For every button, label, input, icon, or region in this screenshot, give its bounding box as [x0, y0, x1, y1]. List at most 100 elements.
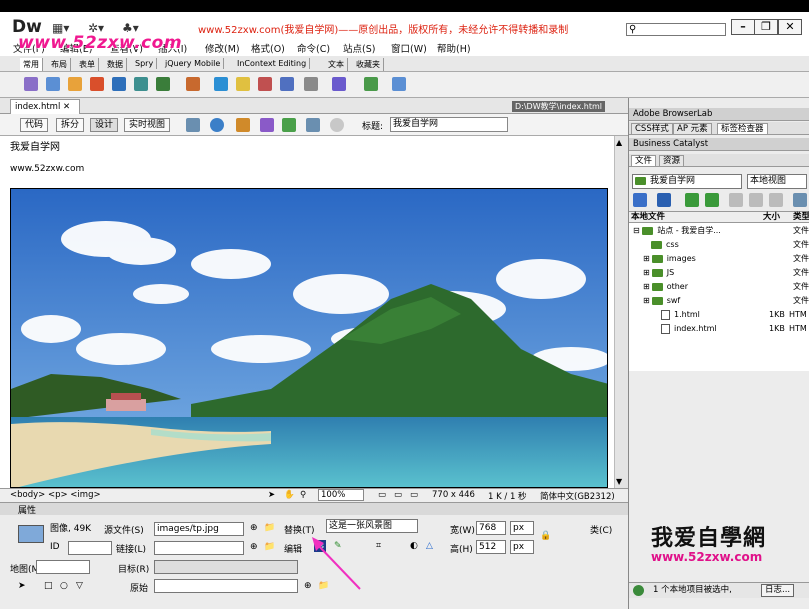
templates-icon[interactable]: [332, 77, 346, 91]
landscape-image[interactable]: [10, 188, 608, 488]
close-button[interactable]: ✕: [778, 19, 802, 35]
sharpen-icon[interactable]: △: [426, 541, 433, 551]
assets-tab[interactable]: 资源: [659, 155, 685, 167]
view-select[interactable]: 本地视图: [747, 174, 807, 189]
refresh-files-icon[interactable]: [657, 193, 671, 207]
code-view-button[interactable]: 代码: [20, 118, 49, 132]
col-type[interactable]: 类型: [791, 212, 809, 223]
close-tab-icon[interactable]: ✕: [63, 102, 70, 112]
polygon-hotspot-icon[interactable]: ▽: [76, 581, 83, 591]
menu-commands[interactable]: 命令(C): [297, 41, 330, 55]
connect-icon[interactable]: [633, 193, 647, 207]
tree-file-1html[interactable]: 1.html 1KB HTM: [629, 308, 809, 321]
live-view-button[interactable]: 实时视图: [124, 118, 171, 132]
menu-modify[interactable]: 修改(M): [205, 41, 240, 55]
expand-icon[interactable]: [793, 193, 807, 207]
preview-browser-icon[interactable]: [210, 118, 224, 132]
help-search-input[interactable]: ⚲: [626, 23, 726, 36]
browse-folder-icon[interactable]: 📁: [264, 523, 275, 533]
tree-folder-css[interactable]: css 文件: [629, 238, 809, 251]
window-size-icon-2[interactable]: ▭: [394, 490, 402, 500]
window-size-icon[interactable]: ▭: [378, 490, 386, 500]
design-view-button[interactable]: 设计: [90, 118, 119, 132]
split-view-button[interactable]: 拆分: [56, 118, 85, 132]
design-canvas[interactable]: 我爱自学网 www.52zxw.com: [0, 136, 614, 488]
pointer-hotspot-icon[interactable]: ➤: [18, 581, 26, 591]
log-button[interactable]: 日志...: [761, 584, 795, 597]
canvas-vertical-scrollbar[interactable]: ▲ ▼: [614, 136, 628, 488]
select-tool-icon[interactable]: ➤: [268, 490, 275, 500]
checkout-icon[interactable]: [729, 193, 743, 207]
date-icon[interactable]: [214, 77, 228, 91]
put-files-icon[interactable]: [705, 193, 719, 207]
link-input[interactable]: [154, 541, 244, 555]
hand-tool-icon[interactable]: ✋: [284, 490, 295, 500]
refresh-icon[interactable]: [330, 118, 344, 132]
table-icon[interactable]: [112, 77, 126, 91]
point-to-file-icon[interactable]: ⊕: [250, 523, 258, 533]
site-select[interactable]: 我爱自学网: [632, 174, 742, 189]
sync-icon[interactable]: [769, 193, 783, 207]
business-catalyst-header[interactable]: Business Catalyst: [629, 138, 809, 151]
circle-hotspot-icon[interactable]: ○: [60, 581, 68, 591]
insert-tab-text[interactable]: 文本: [325, 58, 348, 71]
tree-site-root[interactable]: ⊟ 站点 - 我爱自学... 文件: [629, 224, 809, 237]
link-folder-icon[interactable]: 📁: [264, 542, 275, 552]
tag-inspector-tab[interactable]: 标签检查器: [717, 123, 768, 135]
document-tab[interactable]: index.html ✕: [10, 99, 80, 114]
zoom-select[interactable]: 100%: [318, 489, 364, 501]
files-tab[interactable]: 文件: [631, 155, 657, 167]
window-size-text[interactable]: 770 x 446: [432, 490, 475, 500]
multiscreen-icon[interactable]: [186, 118, 200, 132]
insert-tab-spry[interactable]: Spry: [132, 58, 158, 69]
insert-tab-favorites[interactable]: 收藏夹: [353, 58, 384, 71]
tree-folder-other[interactable]: ⊞ other 文件: [629, 280, 809, 293]
crop-icon[interactable]: ⌗: [376, 541, 381, 551]
src-input[interactable]: images/tp.jpg: [154, 522, 244, 536]
script-icon[interactable]: [304, 77, 318, 91]
col-local-files[interactable]: 本地文件: [629, 212, 761, 223]
image-icon[interactable]: [156, 77, 170, 91]
height-unit-select[interactable]: px: [510, 540, 534, 554]
insert-tab-layout[interactable]: 布局: [48, 58, 71, 71]
properties-header[interactable]: 属性: [0, 502, 628, 516]
maximize-button[interactable]: ❐: [754, 19, 778, 35]
hyperlink-icon[interactable]: [24, 77, 38, 91]
tree-folder-js[interactable]: ⊞ JS 文件: [629, 266, 809, 279]
tag-selector[interactable]: <body> <p> <img>: [10, 490, 101, 500]
scroll-up-icon[interactable]: ▲: [616, 138, 622, 147]
minimize-button[interactable]: –: [731, 19, 755, 35]
visual-aids-icon[interactable]: [306, 118, 320, 132]
insert-tab-data[interactable]: 数据: [104, 58, 127, 71]
file-management-icon[interactable]: [236, 118, 250, 132]
tree-folder-images[interactable]: ⊞ images 文件: [629, 252, 809, 265]
menu-window[interactable]: 窗口(W): [391, 41, 427, 55]
checkin-icon[interactable]: [749, 193, 763, 207]
head-icon[interactable]: [280, 77, 294, 91]
constrain-lock-icon[interactable]: 🔒: [540, 531, 551, 541]
height-input[interactable]: 512: [476, 540, 506, 554]
browserlab-panel-header[interactable]: Adobe BrowserLab: [629, 108, 809, 121]
menu-help[interactable]: 帮助(H): [437, 41, 471, 55]
comment-icon[interactable]: [258, 77, 272, 91]
width-unit-select[interactable]: px: [510, 521, 534, 535]
server-include-icon[interactable]: [236, 77, 250, 91]
ap-elements-tab[interactable]: AP 元素: [673, 123, 712, 135]
id-input[interactable]: [68, 541, 112, 555]
col-size[interactable]: 大小: [761, 212, 791, 223]
div-icon[interactable]: [134, 77, 148, 91]
tree-folder-swf[interactable]: ⊞ swf 文件: [629, 294, 809, 307]
css-styles-tab[interactable]: CSS样式: [631, 123, 673, 135]
brightness-icon[interactable]: ◐: [410, 541, 418, 551]
validate-icon[interactable]: [260, 118, 274, 132]
email-icon[interactable]: [46, 77, 60, 91]
tree-file-index[interactable]: index.html 1KB HTM: [629, 322, 809, 335]
anchor-icon[interactable]: [68, 77, 82, 91]
original-input[interactable]: [154, 579, 298, 593]
menu-format[interactable]: 格式(O): [251, 41, 285, 55]
widget-icon[interactable]: [392, 77, 406, 91]
insert-tab-incontext[interactable]: InContext Editing: [234, 58, 311, 69]
get-files-icon[interactable]: [685, 193, 699, 207]
width-input[interactable]: 768: [476, 521, 506, 535]
insert-tab-forms[interactable]: 表单: [76, 58, 99, 71]
